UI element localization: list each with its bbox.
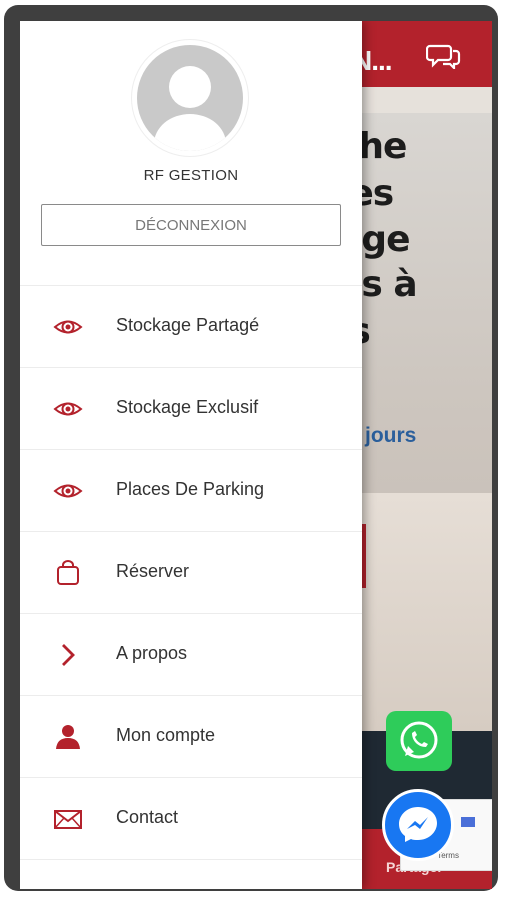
user-avatar-icon xyxy=(137,45,243,151)
menu-item-reserver[interactable]: Réserver xyxy=(20,532,362,614)
menu-item-label: Stockage Exclusif xyxy=(116,397,259,417)
menu-item-stockage-exclusif[interactable]: Stockage Exclusif xyxy=(20,368,362,450)
menu-item-label: Stockage Partagé xyxy=(116,315,260,335)
whatsapp-button[interactable] xyxy=(386,711,452,771)
logout-button[interactable]: DÉCONNEXION xyxy=(41,204,341,246)
navigation-drawer: RF GESTION DÉCONNEXION Stockage Partagé xyxy=(20,21,362,889)
menu-item-places-de-parking[interactable]: Places De Parking xyxy=(20,450,362,532)
menu-item-stockage-partage[interactable]: Stockage Partagé xyxy=(20,286,362,368)
menu-item-label: A propos xyxy=(116,643,188,663)
menu-item-a-propos[interactable]: A propos xyxy=(20,614,362,696)
whatsapp-icon xyxy=(400,721,438,759)
menu-item-contact[interactable]: Contact xyxy=(20,778,362,860)
screen: N... che les age és à is jours Partager xyxy=(20,21,492,889)
chevron-right-icon xyxy=(62,644,75,666)
menu-item-mon-compte[interactable]: Mon compte xyxy=(20,696,362,778)
recaptcha-icon xyxy=(461,817,475,827)
menu-item-label: Mon compte xyxy=(116,725,216,745)
eye-icon xyxy=(53,402,83,416)
messenger-icon xyxy=(399,807,437,842)
shopping-bag-icon xyxy=(57,560,79,585)
device-frame: N... che les age és à is jours Partager xyxy=(4,5,498,891)
messenger-button[interactable] xyxy=(382,789,454,861)
user-name: RF GESTION xyxy=(143,167,239,184)
eye-icon xyxy=(53,484,83,498)
eye-icon xyxy=(53,320,83,334)
menu-item-label: Contact xyxy=(116,807,179,827)
user-icon xyxy=(56,725,80,749)
envelope-icon xyxy=(54,810,82,829)
hero-link[interactable]: jours xyxy=(365,424,416,448)
drawer-menu: Stockage Partagé Stockage Exclusif Place… xyxy=(20,286,362,860)
menu-item-label: Réserver xyxy=(116,561,190,581)
menu-item-label: Places De Parking xyxy=(116,479,265,499)
chat-icon[interactable] xyxy=(426,43,462,69)
avatar[interactable] xyxy=(131,39,249,157)
